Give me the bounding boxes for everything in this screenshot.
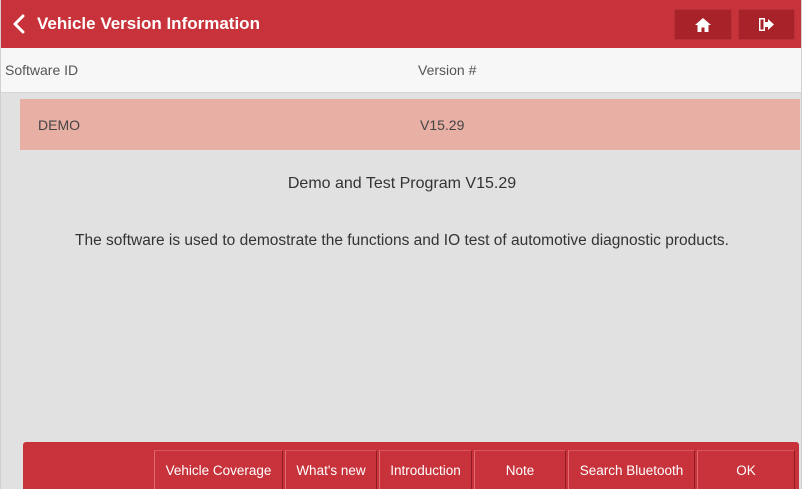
- search-bluetooth-button[interactable]: Search Bluetooth: [568, 450, 695, 489]
- program-title: Demo and Test Program V15.29: [287, 175, 517, 192]
- column-header-software-id: Software ID: [5, 62, 79, 78]
- exit-button[interactable]: [738, 9, 795, 40]
- bottom-toolbar: Vehicle Coverage What's new Introduction…: [23, 442, 799, 489]
- back-button[interactable]: [1, 0, 37, 48]
- exit-icon: [759, 18, 774, 31]
- note-button[interactable]: Note: [474, 450, 566, 489]
- title-bar: Vehicle Version Information: [1, 0, 801, 48]
- column-header-version: Version #: [418, 62, 477, 78]
- version-cell: V15.29: [420, 117, 465, 133]
- introduction-button[interactable]: Introduction: [379, 450, 472, 489]
- whats-new-button[interactable]: What's new: [285, 450, 377, 489]
- home-icon: [695, 17, 711, 32]
- table-row[interactable]: DEMO V15.29: [20, 99, 800, 150]
- vehicle-coverage-button[interactable]: Vehicle Coverage: [154, 450, 283, 489]
- app-window: Vehicle Version Information Software ID …: [0, 0, 802, 489]
- page-title: Vehicle Version Information: [37, 14, 260, 33]
- home-button[interactable]: [674, 9, 732, 40]
- ok-button[interactable]: OK: [697, 450, 795, 489]
- program-description: The software is used to demostrate the f…: [75, 232, 729, 249]
- software-id-cell: DEMO: [38, 117, 80, 133]
- chevron-left-icon: [13, 14, 25, 34]
- table-header: Software ID Version #: [1, 48, 801, 93]
